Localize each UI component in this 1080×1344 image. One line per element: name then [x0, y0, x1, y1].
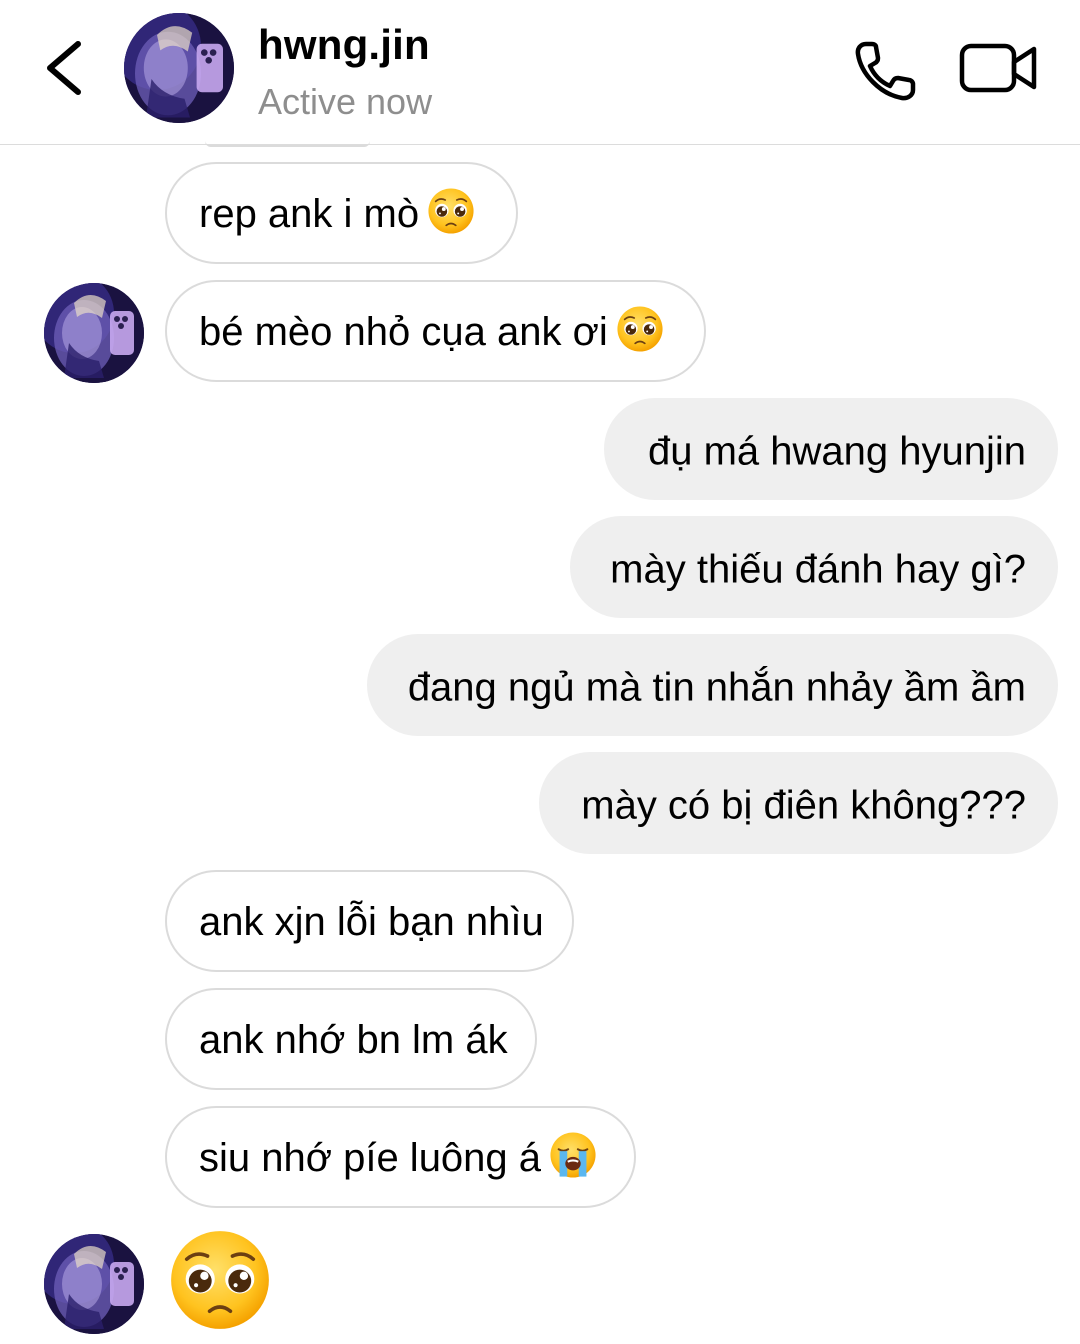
back-button[interactable] [36, 36, 92, 100]
pleading-face-icon [169, 1229, 271, 1331]
chat-header: hwng.jin Active now [0, 0, 1080, 145]
sender-avatar[interactable] [44, 283, 144, 383]
message-bubble-incoming[interactable]: siu nhớ píe luông á [165, 1106, 636, 1208]
message-text: mày thiếu đánh hay gì? [610, 547, 1026, 592]
message-text: đang ngủ mà tin nhắn nhảy ầm ầm [407, 665, 1026, 710]
message-text: ank xjn lỗi bạn nhìu [199, 899, 544, 944]
loudly-crying-face-icon [549, 1131, 597, 1179]
message-bubble-incoming[interactable]: bé mèo nhỏ cụa ank ơi [165, 280, 706, 382]
pleading-face-icon [616, 306, 664, 353]
chevron-left-icon [47, 41, 81, 95]
sender-avatar[interactable] [44, 1234, 144, 1334]
phone-icon [855, 41, 916, 101]
message-text: siu nhớ píe luông á [199, 1135, 542, 1180]
active-status: Active now [258, 81, 433, 122]
contact-username[interactable]: hwng.jin [258, 22, 430, 68]
message-text: ank nhớ bn lm ák [199, 1017, 508, 1062]
contact-avatar[interactable] [124, 13, 234, 123]
message-bubble-incoming[interactable]: ank nhớ bn lm ák [165, 988, 537, 1090]
message-bubble-outgoing[interactable]: mày thiếu đánh hay gì? [570, 516, 1058, 618]
audio-call-button[interactable] [852, 38, 922, 104]
message-bubble-outgoing[interactable]: đụ má hwang hyunjin [604, 398, 1058, 500]
message-text: mày có bị điên không??? [581, 783, 1026, 828]
video-call-button[interactable] [958, 40, 1040, 96]
video-camera-icon [959, 43, 1037, 93]
message-text: bé mèo nhỏ cụa ank ơi [199, 309, 608, 354]
message-bubble-incoming[interactable]: ank xjn lỗi bạn nhìu [165, 870, 574, 972]
message-emoji-large[interactable] [168, 1228, 272, 1332]
previous-message-edge [205, 141, 370, 147]
pleading-face-icon [427, 188, 475, 235]
message-bubble-incoming[interactable]: rep ank i mò [165, 162, 518, 264]
message-text: đụ má hwang hyunjin [647, 429, 1026, 474]
message-text: rep ank i mò [199, 191, 420, 236]
message-bubble-outgoing[interactable]: mày có bị điên không??? [539, 752, 1058, 854]
message-bubble-outgoing[interactable]: đang ngủ mà tin nhắn nhảy ầm ầm [367, 634, 1058, 736]
